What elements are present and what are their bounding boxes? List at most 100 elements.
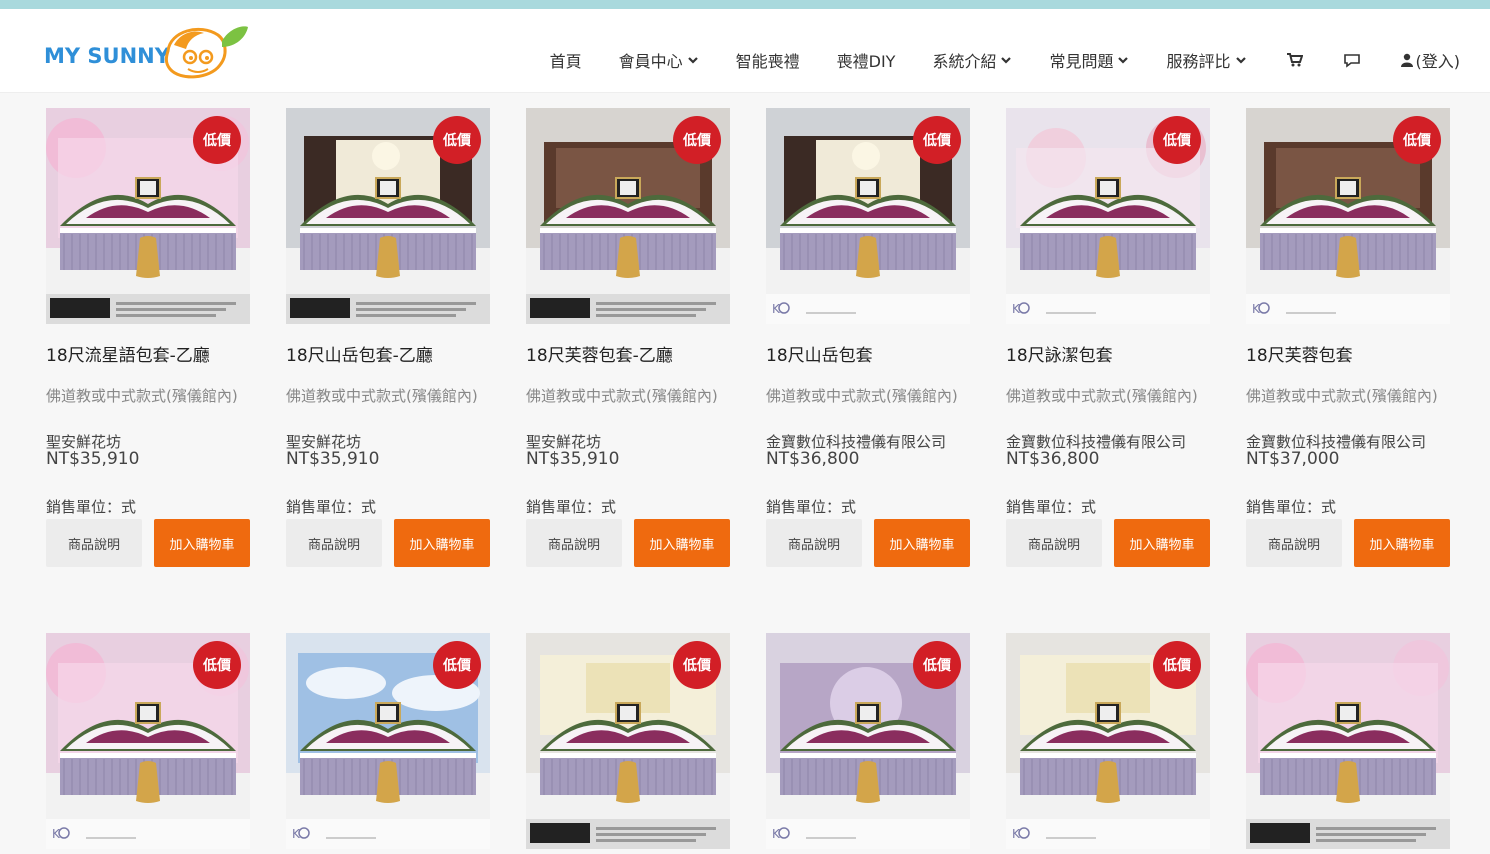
product-price: NT$35,910 xyxy=(286,449,380,469)
add-to-cart-button[interactable]: 加入購物車 xyxy=(394,519,490,567)
product-image[interactable]: K 低價 xyxy=(286,633,490,849)
nav-item-label: 會員中心 xyxy=(618,52,683,71)
product-description: 佛道教或中式款式(殯儀館內) xyxy=(1006,387,1198,405)
low-price-badge: 低價 xyxy=(673,116,721,164)
nav-item-6[interactable]: 服務評比 xyxy=(1166,48,1246,72)
low-price-badge: 低價 xyxy=(1153,641,1201,689)
product-card: 低價 18尺流星語包套-乙廳 佛道教或中式款式(殯儀館內) 聖安鮮花坊 NT$35,91… xyxy=(46,108,250,568)
product-card: K 低價 xyxy=(1006,633,1210,849)
product-card: K 低價 18尺詠潔包套 佛道教或中式款式(殯儀館內) 金寶數位科技禮儀有限公司 NT$3… xyxy=(1006,108,1210,568)
chevron-down-icon xyxy=(1235,57,1246,64)
product-unit: 銷售單位：式 xyxy=(1246,498,1337,516)
product-card: K 低價 xyxy=(46,633,250,849)
nav-item-3[interactable]: 喪禮DIY xyxy=(837,48,896,72)
low-price-badge: 低價 xyxy=(1153,116,1201,164)
nav-item-2[interactable]: 智能喪禮 xyxy=(736,48,800,72)
product-description: 佛道教或中式款式(殯儀館內) xyxy=(766,387,958,405)
product-price: NT$36,800 xyxy=(1006,449,1100,469)
chevron-down-icon xyxy=(687,57,698,64)
nav-item-5[interactable]: 常見問題 xyxy=(1049,48,1129,72)
product-detail-button[interactable]: 商品說明 xyxy=(286,519,382,567)
add-to-cart-button[interactable]: 加入購物車 xyxy=(154,519,250,567)
product-unit: 銷售單位：式 xyxy=(46,498,137,516)
product-title[interactable]: 18尺山岳包套 xyxy=(766,341,873,366)
nav-item-label: 智能喪禮 xyxy=(735,52,800,71)
low-price-badge: 低價 xyxy=(193,641,241,689)
cart-link[interactable] xyxy=(1286,53,1303,67)
product-unit: 銷售單位：式 xyxy=(526,498,617,516)
user-icon xyxy=(1400,53,1413,67)
nav-item-label: 系統介紹 xyxy=(932,52,997,71)
product-image[interactable]: K 低價 xyxy=(766,633,970,849)
top-accent-bar xyxy=(0,0,1490,9)
product-card: 低價 xyxy=(526,633,730,849)
product-image[interactable]: K 低價 xyxy=(1006,633,1210,849)
site-header: MY SUNNY 首頁 會員中心 智能喪禮 喪禮DIY 系統介紹 常見問題 服務評比 (登入) xyxy=(0,9,1490,93)
product-image[interactable]: 低價 xyxy=(46,108,250,324)
product-title[interactable]: 18尺芙蓉包套 xyxy=(1246,341,1353,366)
product-card: K 低價 18尺山岳包套 佛道教或中式款式(殯儀館內) 金寶數位科技禮儀有限公司 NT$3… xyxy=(766,108,970,568)
product-detail-button[interactable]: 商品說明 xyxy=(526,519,622,567)
low-price-badge: 低價 xyxy=(433,641,481,689)
product-detail-button[interactable]: 商品說明 xyxy=(1006,519,1102,567)
product-image[interactable]: 低價 xyxy=(526,633,730,849)
product-detail-button[interactable]: 商品說明 xyxy=(766,519,862,567)
low-price-badge: 低價 xyxy=(193,116,241,164)
product-title[interactable]: 18尺流星語包套-乙廳 xyxy=(46,341,210,366)
product-description: 佛道教或中式款式(殯儀館內) xyxy=(46,387,238,405)
product-detail-button[interactable]: 商品說明 xyxy=(1246,519,1342,567)
product-image[interactable]: K 低價 xyxy=(766,108,970,324)
nav-item-label: 常見問題 xyxy=(1049,52,1114,71)
product-card: K 低價 xyxy=(286,633,490,849)
product-image[interactable]: 低價 xyxy=(286,108,490,324)
nav-item-label: 喪禮DIY xyxy=(836,52,896,71)
altar-image xyxy=(1246,633,1450,849)
product-image[interactable]: K 低價 xyxy=(1246,108,1450,324)
product-title[interactable]: 18尺詠潔包套 xyxy=(1006,341,1113,366)
chat-bubble-icon xyxy=(1343,53,1360,68)
login-link[interactable]: (登入) xyxy=(1400,48,1461,72)
product-unit: 銷售單位：式 xyxy=(766,498,857,516)
product-price: NT$37,000 xyxy=(1246,449,1340,469)
product-description: 佛道教或中式款式(殯儀館內) xyxy=(526,387,718,405)
add-to-cart-button[interactable]: 加入購物車 xyxy=(874,519,970,567)
login-label: (登入) xyxy=(1415,52,1461,71)
product-price: NT$35,910 xyxy=(46,449,140,469)
add-to-cart-button[interactable]: 加入購物車 xyxy=(1114,519,1210,567)
product-description: 佛道教或中式款式(殯儀館內) xyxy=(286,387,478,405)
shopping-cart-icon xyxy=(1286,53,1303,67)
sun-mascot-logo-icon xyxy=(164,26,248,79)
product-unit: 銷售單位：式 xyxy=(286,498,377,516)
low-price-badge: 低價 xyxy=(673,641,721,689)
product-price: NT$35,910 xyxy=(526,449,620,469)
add-to-cart-button[interactable]: 加入購物車 xyxy=(634,519,730,567)
product-card: K 低價 18尺芙蓉包套 佛道教或中式款式(殯儀館內) 金寶數位科技禮儀有限公司 NT$3… xyxy=(1246,108,1450,568)
product-image[interactable]: 低價 xyxy=(526,108,730,324)
add-to-cart-button[interactable]: 加入購物車 xyxy=(1354,519,1450,567)
site-logo[interactable]: MY SUNNY xyxy=(44,21,249,83)
product-title[interactable]: 18尺芙蓉包套-乙廳 xyxy=(526,341,673,366)
product-price: NT$36,800 xyxy=(766,449,860,469)
low-price-badge: 低價 xyxy=(913,116,961,164)
product-image[interactable]: K 低價 xyxy=(1006,108,1210,324)
product-card: K 低價 xyxy=(766,633,970,849)
product-image[interactable] xyxy=(1246,633,1450,849)
product-description: 佛道教或中式款式(殯儀館內) xyxy=(1246,387,1438,405)
product-card: 低價 18尺山岳包套-乙廳 佛道教或中式款式(殯儀館內) 聖安鮮花坊 NT$35,910… xyxy=(286,108,490,568)
product-image[interactable]: K 低價 xyxy=(46,633,250,849)
chevron-down-icon xyxy=(1001,57,1012,64)
logo-text: MY SUNNY xyxy=(44,44,170,68)
product-title[interactable]: 18尺山岳包套-乙廳 xyxy=(286,341,433,366)
nav-item-4[interactable]: 系統介紹 xyxy=(932,48,1012,72)
chat-link[interactable] xyxy=(1343,53,1361,68)
main-nav: 首頁 會員中心 智能喪禮 喪禮DIY 系統介紹 常見問題 服務評比 (登入) xyxy=(550,18,1460,102)
product-detail-button[interactable]: 商品說明 xyxy=(46,519,142,567)
low-price-badge: 低價 xyxy=(913,641,961,689)
product-unit: 銷售單位：式 xyxy=(1006,498,1097,516)
product-card xyxy=(1246,633,1450,849)
nav-item-label: 服務評比 xyxy=(1166,52,1231,71)
product-card: 低價 18尺芙蓉包套-乙廳 佛道教或中式款式(殯儀館內) 聖安鮮花坊 NT$35,910… xyxy=(526,108,730,568)
chevron-down-icon xyxy=(1118,57,1129,64)
nav-item-1[interactable]: 會員中心 xyxy=(619,48,699,72)
nav-item-0[interactable]: 首頁 xyxy=(550,48,582,72)
